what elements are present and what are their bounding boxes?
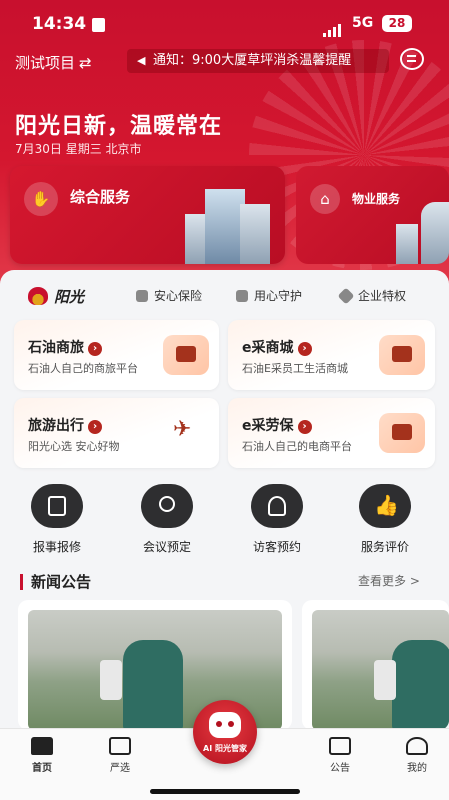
project-name: 测试项目 — [15, 54, 76, 72]
status-bar: 14:34 5G 28 — [0, 10, 449, 38]
worker-figure — [123, 640, 183, 730]
mini-title: 石油商旅 — [28, 340, 84, 356]
news-card[interactable] — [302, 600, 449, 730]
top-bar: 测试项目 ⇄ ◀ 通知：9:00大厦草坪消杀温馨提醒 — [0, 48, 449, 74]
mini-subtitle: 阳光心选 安心好物 — [28, 440, 120, 453]
visitor-icon — [251, 484, 303, 528]
shield-icon — [136, 290, 148, 302]
home-icon — [31, 737, 53, 755]
person-icon — [406, 737, 428, 755]
thumbs-up-icon: 👍 — [359, 484, 411, 528]
building-image — [421, 202, 449, 264]
building-image — [396, 224, 418, 264]
nav-selection[interactable]: 严选 — [90, 737, 150, 774]
status-time: 14:34 — [32, 14, 87, 34]
mini-subtitle: 石油E采员工生活商城 — [242, 362, 348, 375]
notice-bar[interactable]: ◀ 通知：9:00大厦草坪消杀温馨提醒 — [127, 49, 389, 73]
building-image — [240, 204, 270, 264]
nav-home[interactable]: 首页 — [12, 737, 72, 774]
mini-title: e采商城 — [242, 340, 294, 356]
nav-label: 首页 — [32, 763, 52, 774]
building-image — [205, 189, 245, 264]
battery-icon: 28 — [382, 15, 412, 32]
slogan: 阳光日新，温暖常在 — [15, 114, 223, 139]
sim-icon — [92, 18, 105, 32]
signal-icon — [323, 18, 343, 37]
news-more-link[interactable]: 查看更多 > — [358, 572, 420, 589]
tag-label: 用心守护 — [254, 289, 303, 303]
quick-action-report[interactable]: 报事报修 — [12, 484, 102, 555]
diamond-icon — [337, 287, 355, 305]
service-label: 物业服务 — [352, 192, 401, 206]
nav-label: 我的 — [407, 763, 427, 774]
bag-icon — [109, 737, 131, 755]
nav-notice[interactable]: 公告 — [310, 737, 370, 774]
meeting-icon — [141, 484, 193, 528]
plane-icon: ✈ — [173, 417, 192, 442]
nav-label: 公告 — [330, 763, 350, 774]
tag-insurance: 安心保险 — [136, 287, 202, 304]
shop-icon — [379, 335, 425, 375]
network-label: 5G — [352, 15, 374, 31]
ai-label: AI 阳光管家 — [203, 744, 247, 753]
mini-card-petro-travel[interactable]: 石油商旅 › 石油人自己的商旅平台 — [14, 320, 219, 390]
service-card-general[interactable]: ✋ 综合服务 — [10, 166, 285, 264]
mini-card-e-protect[interactable]: e采劳保 › 石油人自己的电商平台 — [228, 398, 435, 468]
mini-card-travel[interactable]: 旅游出行 › 阳光心选 安心好物 ✈ — [14, 398, 219, 468]
quick-action-label: 访客预约 — [252, 540, 301, 554]
ai-assistant-button[interactable]: AI 阳光管家 — [193, 700, 257, 764]
swap-icon: ⇄ — [79, 54, 92, 72]
speaker-icon: ◀ — [137, 54, 146, 67]
sprayer-tank — [100, 660, 122, 700]
robot-icon — [209, 712, 241, 738]
quick-action-label: 报事报修 — [32, 540, 81, 554]
news-card[interactable] — [18, 600, 292, 730]
arrow-right-icon: › — [88, 420, 102, 434]
nav-mine[interactable]: 我的 — [387, 737, 447, 774]
mini-title: 旅游出行 — [28, 418, 84, 434]
briefcase-icon — [163, 335, 209, 375]
worker-figure — [392, 640, 449, 730]
service-card-property[interactable]: ⌂ 物业服务 — [296, 166, 449, 264]
mini-card-e-mall[interactable]: e采商城 › 石油E采员工生活商城 — [228, 320, 435, 390]
tag-label: 企业特权 — [358, 289, 407, 303]
nav-label: 严选 — [110, 763, 130, 774]
news-section-title: 新闻公告 — [20, 574, 91, 590]
message-icon[interactable] — [400, 48, 424, 70]
logo-text: 阳光 — [54, 287, 85, 306]
lotus-icon — [28, 287, 48, 305]
hero-banner: 14:34 5G 28 测试项目 ⇄ ◀ 通知：9:00大厦草坪消杀温馨提醒 阳光日… — [0, 0, 449, 290]
tag-label: 安心保险 — [154, 289, 203, 303]
mini-subtitle: 石油人自己的商旅平台 — [28, 362, 138, 375]
project-switcher[interactable]: 测试项目 ⇄ — [15, 52, 92, 73]
report-icon — [31, 484, 83, 528]
arrow-right-icon: › — [88, 342, 102, 356]
quick-action-label: 会议预定 — [142, 540, 191, 554]
sprayer-tank — [374, 660, 396, 700]
brand-logo: 阳光 — [28, 283, 84, 309]
mini-subtitle: 石油人自己的电商平台 — [242, 440, 352, 453]
date-location: 7月30日 星期三 北京市 — [15, 142, 142, 156]
service-label: 综合服务 — [70, 188, 131, 206]
quick-action-visitor[interactable]: 访客预约 — [232, 484, 322, 555]
arrow-right-icon: › — [297, 342, 312, 356]
brand-row: 阳光 安心保险 用心守护 企业特权 — [0, 283, 449, 309]
mini-title: e采劳保 — [242, 418, 294, 434]
tag-care: 用心守护 — [236, 287, 302, 304]
handshake-icon: ✋ — [24, 182, 58, 216]
news-image — [312, 610, 449, 730]
house-icon: ⌂ — [310, 184, 340, 214]
notice-icon — [329, 737, 351, 755]
notice-text: 通知：9:00大厦草坪消杀温馨提醒 — [153, 53, 352, 68]
hand-care-icon — [236, 290, 248, 302]
arrow-right-icon: › — [297, 420, 312, 434]
gift-icon — [379, 413, 425, 453]
tag-privilege: 企业特权 — [337, 287, 407, 305]
quick-action-label: 服务评价 — [360, 540, 409, 554]
quick-action-rating[interactable]: 👍 服务评价 — [340, 484, 430, 555]
quick-action-meeting[interactable]: 会议预定 — [122, 484, 212, 555]
home-indicator — [150, 789, 300, 794]
